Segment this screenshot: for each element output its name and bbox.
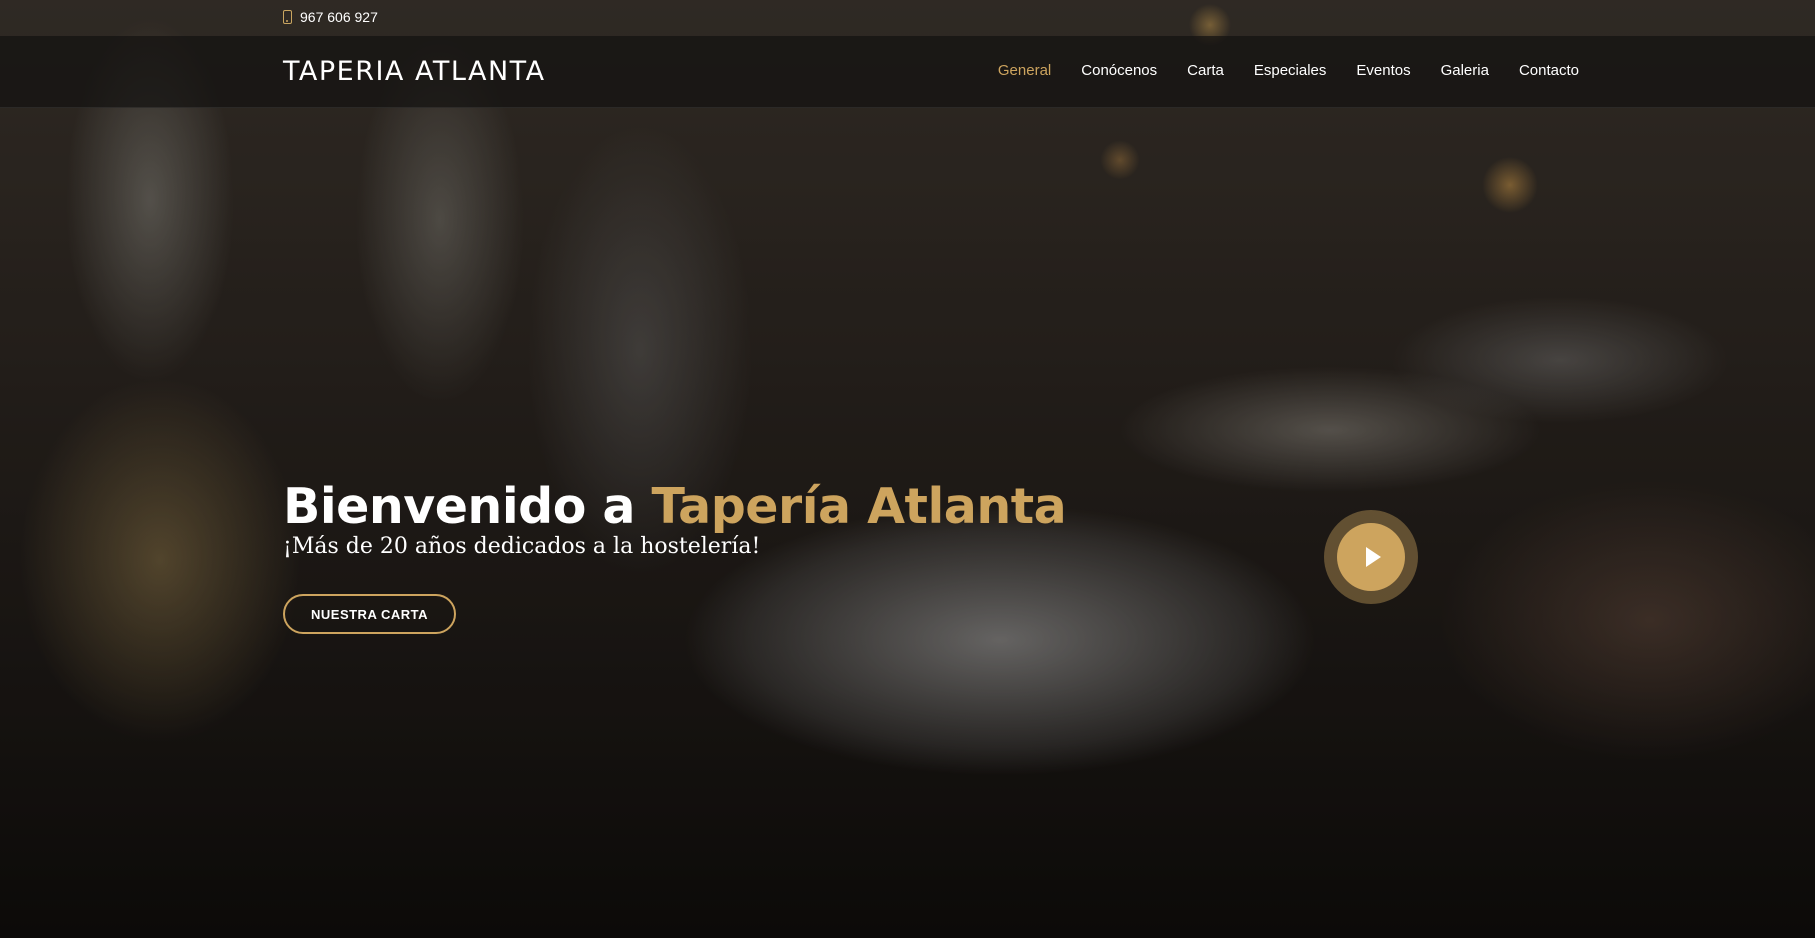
- main-nav: General Conócenos Carta Especiales Event…: [998, 62, 1579, 79]
- play-icon: [1366, 547, 1381, 567]
- nav-item-conocenos[interactable]: Conócenos: [1081, 62, 1157, 79]
- nav-item-contacto[interactable]: Contacto: [1519, 62, 1579, 79]
- nuestra-carta-button[interactable]: NUESTRA CARTA: [283, 594, 456, 634]
- nav-item-galeria[interactable]: Galeria: [1441, 62, 1489, 79]
- top-bar: 967 606 927: [0, 0, 1815, 36]
- phone-contact[interactable]: 967 606 927: [283, 9, 378, 25]
- hero-subtitle: ¡Más de 20 años dedicados a la hostelerí…: [283, 534, 761, 559]
- play-button-circle: [1337, 523, 1405, 591]
- play-video-button[interactable]: [1324, 510, 1418, 604]
- nav-item-eventos[interactable]: Eventos: [1356, 62, 1410, 79]
- phone-number: 967 606 927: [300, 9, 378, 25]
- mobile-phone-icon: [283, 10, 292, 24]
- hero-title-accent: Tapería Atlanta: [651, 478, 1067, 535]
- nav-item-especiales[interactable]: Especiales: [1254, 62, 1327, 79]
- site-logo[interactable]: TAPERIA ATLANTA: [283, 56, 546, 87]
- hero-title: Bienvenido a Tapería Atlanta: [283, 478, 1067, 535]
- hero-overlay: [0, 0, 1815, 938]
- nav-item-general[interactable]: General: [998, 62, 1051, 79]
- nav-item-carta[interactable]: Carta: [1187, 62, 1224, 79]
- hero-title-prefix: Bienvenido a: [283, 478, 652, 535]
- navbar: TAPERIA ATLANTA General Conócenos Carta …: [0, 36, 1815, 108]
